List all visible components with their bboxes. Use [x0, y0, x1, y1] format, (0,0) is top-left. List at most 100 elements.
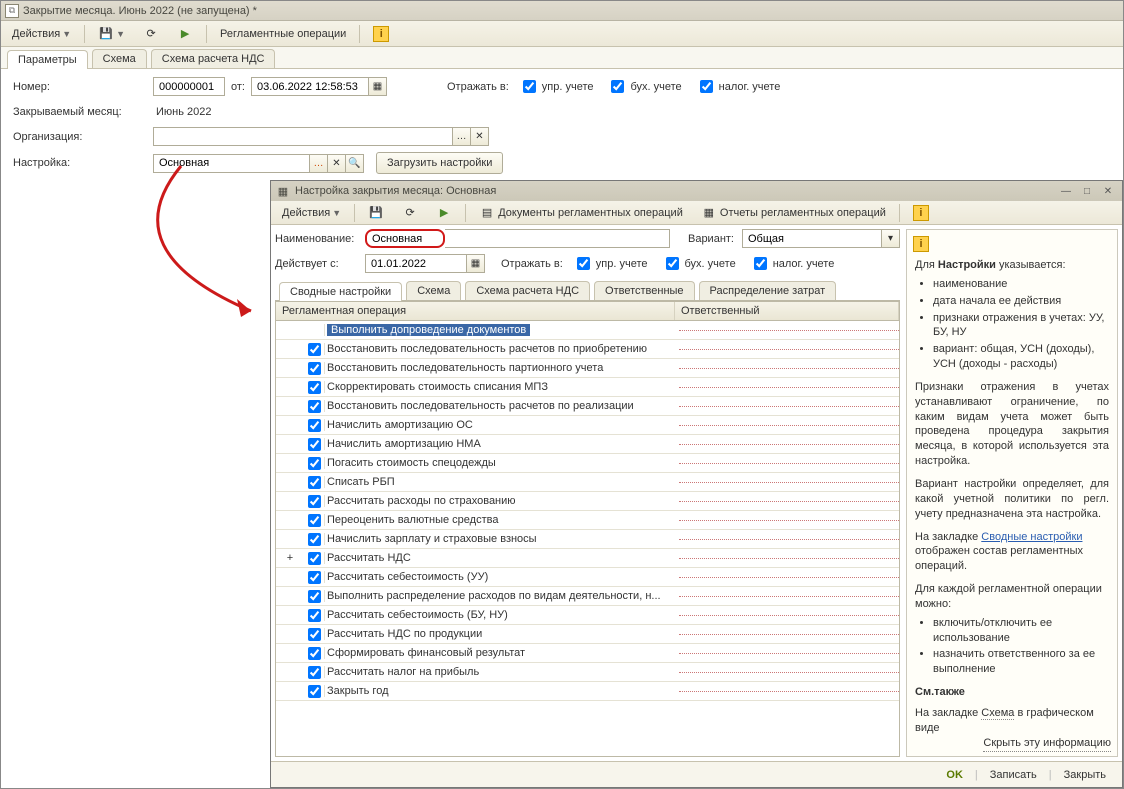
table-row[interactable]: Восстановить последовательность партионн… [276, 359, 899, 378]
responsible-cell[interactable] [679, 368, 899, 369]
responsible-cell[interactable] [679, 558, 899, 559]
table-row[interactable]: +Рассчитать НДС [276, 549, 899, 568]
row-checkbox[interactable] [308, 571, 321, 584]
table-row[interactable]: Начислить амортизацию НМА [276, 435, 899, 454]
table-row[interactable]: Закрыть год [276, 682, 899, 701]
table-row[interactable]: Переоценить валютные средства [276, 511, 899, 530]
refresh-button[interactable]: ⟳ [136, 23, 166, 45]
tab-params[interactable]: Параметры [7, 50, 88, 69]
close-footer-button[interactable]: Закрыть [1058, 767, 1112, 783]
row-checkbox[interactable] [308, 438, 321, 451]
table-row[interactable]: Рассчитать себестоимость (УУ) [276, 568, 899, 587]
variant-select[interactable] [742, 229, 882, 248]
row-checkbox[interactable] [308, 343, 321, 356]
sub-chk-upr[interactable]: упр. учете [573, 254, 648, 273]
ok-button[interactable]: OK [940, 767, 969, 783]
reglament-operations-button[interactable]: Регламентные операции [213, 25, 353, 43]
responsible-cell[interactable] [679, 577, 899, 578]
sub-save-button[interactable]: 💾 [361, 202, 391, 224]
tab-nds[interactable]: Схема расчета НДС [151, 49, 276, 68]
responsible-cell[interactable] [679, 596, 899, 597]
actions-menu[interactable]: Действия▼ [5, 25, 78, 43]
responsible-cell[interactable] [679, 539, 899, 540]
date-picker-button[interactable]: ▦ [369, 77, 387, 96]
responsible-cell[interactable] [679, 482, 899, 483]
sub-chk-buh[interactable]: бух. учете [662, 254, 736, 273]
save-button[interactable]: Записать [984, 767, 1043, 783]
run-button[interactable]: ▶ [170, 23, 200, 45]
sub-refresh-button[interactable]: ⟳ [395, 202, 425, 224]
col-operation[interactable]: Регламентная операция [276, 302, 675, 320]
table-row[interactable]: Восстановить последовательность расчетов… [276, 340, 899, 359]
row-checkbox[interactable] [308, 381, 321, 394]
expand-toggle[interactable]: + [276, 552, 304, 564]
chk-nal[interactable]: налог. учете [696, 77, 781, 96]
subtab-svod[interactable]: Сводные настройки [279, 282, 402, 301]
row-checkbox[interactable] [308, 647, 321, 660]
responsible-cell[interactable] [679, 691, 899, 692]
sub-chk-nal[interactable]: налог. учете [750, 254, 835, 273]
responsible-cell[interactable] [679, 387, 899, 388]
help-button[interactable]: i [366, 23, 396, 45]
responsible-cell[interactable] [679, 615, 899, 616]
setting-input[interactable] [153, 154, 310, 173]
row-checkbox[interactable] [308, 628, 321, 641]
row-checkbox[interactable] [308, 362, 321, 375]
table-row[interactable]: Выполнить допроведение документов [276, 321, 899, 340]
subtab-resp[interactable]: Ответственные [594, 281, 695, 300]
row-checkbox[interactable] [308, 419, 321, 432]
responsible-cell[interactable] [679, 349, 899, 350]
responsible-cell[interactable] [679, 463, 899, 464]
chk-buh[interactable]: бух. учете [607, 77, 681, 96]
responsible-cell[interactable] [679, 653, 899, 654]
load-settings-button[interactable]: Загрузить настройки [376, 152, 503, 174]
row-checkbox[interactable] [308, 666, 321, 679]
setting-select-button[interactable]: … [310, 154, 328, 173]
maximize-button[interactable]: □ [1077, 183, 1097, 199]
row-checkbox[interactable] [308, 590, 321, 603]
date-input[interactable] [251, 77, 369, 96]
responsible-cell[interactable] [679, 501, 899, 502]
table-row[interactable]: Начислить амортизацию ОС [276, 416, 899, 435]
org-select-button[interactable]: … [453, 127, 471, 146]
minimize-button[interactable]: — [1056, 183, 1076, 199]
valid-input[interactable] [365, 254, 467, 273]
table-row[interactable]: Выполнить распределение расходов по вида… [276, 587, 899, 606]
number-input[interactable] [153, 77, 225, 96]
row-checkbox[interactable] [308, 495, 321, 508]
org-clear-button[interactable]: ✕ [471, 127, 489, 146]
docs-reglament-button[interactable]: ▤ Документы регламентных операций [472, 202, 690, 224]
responsible-cell[interactable] [679, 406, 899, 407]
row-checkbox[interactable] [308, 533, 321, 546]
link-svod[interactable]: Сводные настройки [981, 531, 1082, 543]
table-row[interactable]: Начислить зарплату и страховые взносы [276, 530, 899, 549]
sub-help-button[interactable]: i [906, 202, 936, 224]
row-checkbox[interactable] [308, 476, 321, 489]
responsible-cell[interactable] [679, 520, 899, 521]
setting-clear-button[interactable]: ✕ [328, 154, 346, 173]
row-checkbox[interactable] [308, 457, 321, 470]
subtab-nds[interactable]: Схема расчета НДС [465, 281, 590, 300]
save-icon-button[interactable]: 💾▼ [91, 23, 132, 45]
sub-run-button[interactable]: ▶ [429, 202, 459, 224]
variant-dropdown-button[interactable]: ▾ [882, 229, 900, 248]
row-checkbox[interactable] [308, 514, 321, 527]
table-row[interactable]: Сформировать финансовый результат [276, 644, 899, 663]
table-row[interactable]: Списать РБП [276, 473, 899, 492]
table-row[interactable]: Рассчитать расходы по страхованию [276, 492, 899, 511]
name-input-ext[interactable] [445, 229, 670, 248]
responsible-cell[interactable] [679, 634, 899, 635]
row-checkbox[interactable] [308, 400, 321, 413]
close-button[interactable]: ✕ [1098, 183, 1118, 199]
valid-date-button[interactable]: ▦ [467, 254, 485, 273]
col-responsible[interactable]: Ответственный [675, 302, 899, 320]
tab-schema[interactable]: Схема [92, 49, 147, 68]
row-checkbox[interactable] [308, 609, 321, 622]
responsible-cell[interactable] [679, 672, 899, 673]
row-checkbox[interactable] [308, 552, 321, 565]
responsible-cell[interactable] [679, 444, 899, 445]
table-row[interactable]: Рассчитать налог на прибыль [276, 663, 899, 682]
subtab-schema[interactable]: Схема [406, 281, 461, 300]
chk-upr[interactable]: упр. учете [519, 77, 594, 96]
responsible-cell[interactable] [679, 425, 899, 426]
